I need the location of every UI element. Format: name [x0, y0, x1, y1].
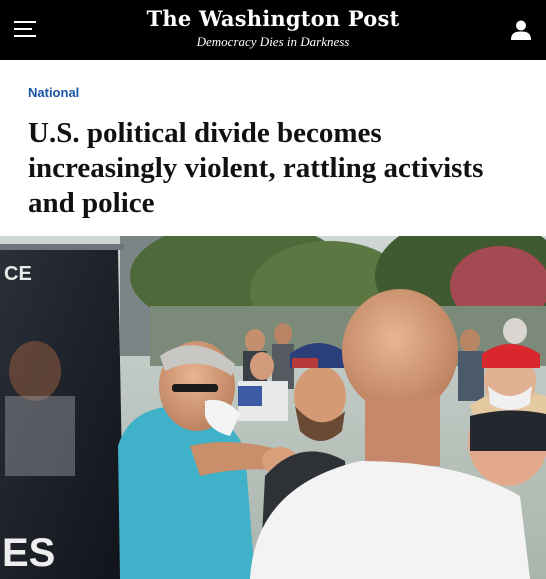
article-header: National U.S. political divide becomes i…: [0, 60, 546, 221]
user-account-icon[interactable]: [510, 19, 532, 41]
sign-text-bottom: ES: [2, 531, 55, 575]
article-headline: U.S. political divide becomes increasing…: [28, 117, 484, 219]
site-header: The Washington Post Democracy Dies in Da…: [0, 0, 546, 60]
lead-photo: CE ES: [0, 236, 546, 579]
sign-text-top: CE: [4, 263, 32, 285]
site-tagline: Democracy Dies in Darkness: [196, 34, 350, 49]
site-logo[interactable]: The Washington Post: [0, 6, 546, 32]
section-link[interactable]: National: [28, 85, 79, 100]
brand: The Washington Post Democracy Dies in Da…: [0, 6, 546, 50]
